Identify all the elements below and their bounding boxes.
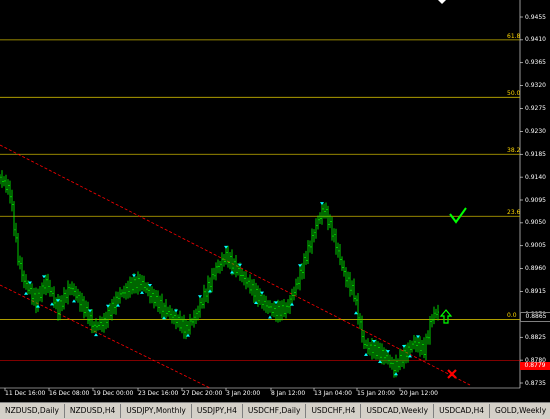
chart-tab[interactable]: USDJPY,H4 — [192, 404, 243, 418]
chart-tab[interactable]: USDCHF,Daily — [243, 404, 307, 418]
price-tick-label: 0.9275 — [525, 105, 546, 112]
fractal-up-marker — [28, 281, 32, 285]
price-tick-label: 0.9095 — [525, 196, 546, 204]
fractal-up-marker — [402, 345, 406, 349]
up-arrow-icon — [439, 309, 453, 324]
fractal-up-marker — [174, 309, 178, 313]
red-level-tag: 0.8779 — [520, 362, 550, 370]
time-tick-label: 20 Jan 12:00 — [400, 390, 438, 397]
check-mark-icon — [449, 207, 467, 224]
price-tick-label: 0.9140 — [525, 173, 546, 181]
price-tick-label: 0.9320 — [525, 82, 546, 90]
price-tick-label: 0.8735 — [525, 379, 546, 387]
fractal-up-marker — [274, 301, 278, 305]
price-tick-label: 0.8915 — [525, 288, 546, 295]
fractal-up-marker — [238, 263, 242, 267]
fractal-down-marker — [290, 302, 294, 306]
fractal-down-marker — [394, 372, 398, 376]
fractal-down-marker — [24, 291, 28, 295]
fib-level-label: 38.2 — [507, 147, 521, 155]
time-tick-label: 23 Dec 16:00 — [138, 390, 179, 397]
x-mark-icon — [447, 369, 457, 379]
fractal-up-marker — [298, 264, 302, 268]
price-tick-label: 0.9365 — [525, 59, 546, 67]
fractal-up-marker — [88, 309, 92, 313]
trend-line-lower — [0, 284, 211, 389]
chart-tab[interactable]: GOLD,Weekly — [490, 404, 550, 418]
chart-tab[interactable]: USDCAD,Weekly — [361, 404, 435, 418]
fractal-up-marker — [148, 284, 152, 288]
time-tick-label: 19 Dec 00:00 — [93, 390, 134, 397]
fractal-up-marker — [386, 350, 390, 354]
chart-tab-bar: NZDUSD,Daily NZDUSD,H4 USDJPY,Monthly USDJP… — [0, 402, 550, 419]
fractal-down-marker — [72, 299, 76, 303]
fractal-up-marker — [372, 339, 376, 343]
chart-window[interactable]: 0.9455 0.9410 0.9365 0.9320 0.9275 0.9230 0.91… — [0, 0, 550, 402]
fractal-down-marker — [354, 311, 358, 315]
chart-tab[interactable]: USDJPY,Monthly — [121, 404, 192, 418]
time-tick-label: 3 Jan 20:00 — [226, 390, 261, 397]
fractal-up-marker — [224, 245, 228, 249]
chart-tab[interactable]: NZDUSD,Daily — [0, 404, 65, 418]
time-tick-label: 11 Dec 16:00 — [5, 390, 46, 397]
fractal-up-marker — [260, 291, 264, 295]
fractal-down-marker — [116, 303, 120, 307]
fractal-down-marker — [364, 352, 368, 356]
fractal-up-marker — [198, 295, 202, 299]
fractal-down-marker — [94, 333, 98, 337]
price-tick-label: 0.9410 — [525, 36, 546, 44]
time-tick-label: 15 Jan 20:00 — [357, 390, 395, 397]
price-tick-label: 0.9005 — [525, 242, 546, 250]
fractal-down-marker — [50, 302, 54, 306]
fractal-down-marker — [268, 315, 272, 319]
fractal-up-marker — [106, 304, 110, 308]
price-tick-label: 0.9185 — [525, 150, 546, 158]
fractal-up-marker — [320, 202, 324, 206]
price-tick-label: 0.9050 — [525, 219, 546, 227]
fractal-down-marker — [230, 270, 234, 274]
fractal-down-marker — [254, 301, 258, 305]
price-tick-label: 0.9230 — [525, 127, 546, 135]
chart-tab[interactable]: USDCHF,H4 — [306, 404, 362, 418]
price-tick-label: 0.8960 — [525, 265, 546, 273]
fractal-down-marker — [208, 289, 212, 293]
time-tick-label: 27 Dec 20:00 — [182, 390, 223, 397]
current-price-tag: 0.8865 — [520, 312, 550, 322]
price-tick-label: 0.9455 — [525, 13, 546, 21]
fib-level-label: 0.0 — [507, 312, 517, 320]
time-tick-label: 8 Jan 12:00 — [271, 390, 306, 397]
chart-tab[interactable]: USDCAD,H4 — [434, 404, 491, 418]
fractal-down-marker — [162, 316, 166, 320]
time-tick-label: 13 Jan 04:00 — [314, 390, 352, 397]
fractal-down-marker — [140, 290, 144, 294]
trend-line-upper — [0, 144, 471, 386]
price-tick-label: 0.8825 — [525, 333, 546, 341]
fib-level-label: 23.6 — [507, 209, 521, 217]
chart-tab[interactable]: NZDUSD,H4 — [65, 404, 122, 418]
fractal-up-marker — [416, 335, 420, 339]
fractal-up-marker — [132, 274, 136, 278]
price-plot[interactable] — [0, 0, 550, 402]
fractal-up-marker — [42, 275, 46, 279]
fib-level-label: 50.0 — [507, 90, 521, 98]
top-arrow-marker — [438, 0, 446, 4]
time-tick-label: 16 Dec 08:00 — [49, 390, 90, 397]
fractal-down-marker — [186, 333, 190, 337]
fib-level-label: 61.8 — [507, 32, 521, 40]
